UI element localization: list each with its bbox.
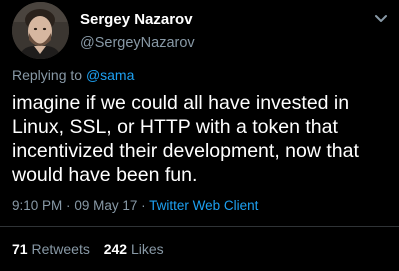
likes-label: Likes — [130, 241, 164, 257]
tweet-text-line: imagine if we could all have invested in — [12, 92, 350, 114]
meta-separator: · — [66, 198, 71, 213]
tweet-text-line: Linux, SSL, or HTTP with a token that — [12, 116, 338, 138]
tweet-meta: 9:10 PM · 09 May 17 · Twitter Web Client — [12, 197, 258, 215]
retweets-stat[interactable]: 71 Retweets — [12, 241, 94, 257]
tweet-text-line: would have been fun. — [12, 164, 198, 186]
tweet-text: imagine if we could all have invested in… — [12, 91, 394, 187]
tweet-date: 09 May 17 — [74, 198, 138, 213]
divider — [0, 226, 399, 227]
tweet-stats: 71 Retweets 242 Likes — [12, 240, 174, 258]
retweets-label: Retweets — [31, 241, 90, 257]
tweet-text-line: incentivized their development, now that — [12, 140, 359, 162]
avatar[interactable] — [12, 2, 69, 59]
display-name[interactable]: Sergey Nazarov — [80, 11, 193, 29]
likes-count: 242 — [103, 241, 128, 257]
reply-mention-link[interactable]: @sama — [86, 67, 134, 83]
replying-label: Replying to — [12, 67, 83, 83]
retweets-count: 71 — [12, 241, 28, 257]
meta-separator: · — [141, 198, 146, 213]
chevron-down-icon[interactable] — [374, 11, 388, 22]
client-link[interactable]: Twitter Web Client — [149, 198, 258, 213]
user-handle[interactable]: @SergeyNazarov — [80, 34, 195, 52]
replying-to: Replying to @sama — [12, 66, 134, 84]
tweet-time: 9:10 PM — [12, 198, 63, 213]
likes-stat[interactable]: 242 Likes — [104, 241, 164, 257]
tweet-card: Sergey Nazarov @SergeyNazarov Replying t… — [0, 0, 399, 271]
